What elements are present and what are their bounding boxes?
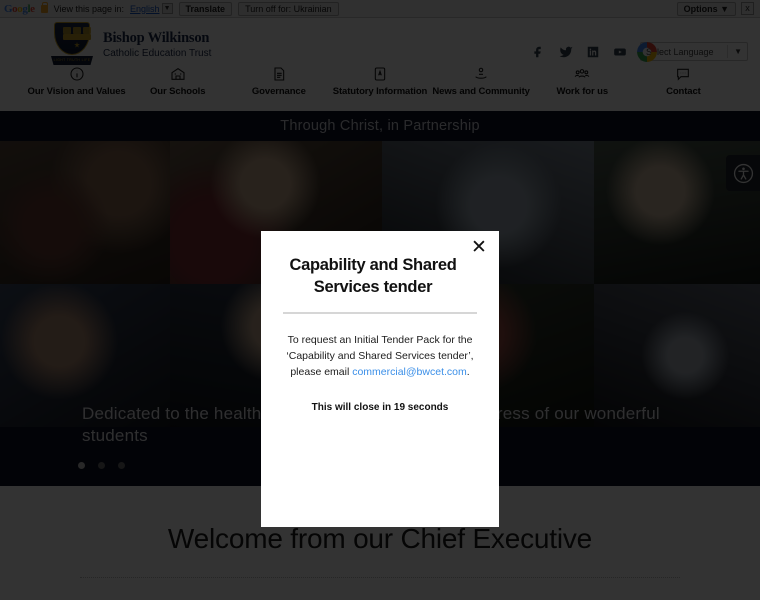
tender-modal: ✕ Capability and Shared Services tender … (261, 231, 499, 527)
modal-title: Capability and Shared Services tender (289, 256, 457, 296)
modal-divider (283, 312, 477, 314)
close-icon[interactable]: ✕ (470, 238, 488, 257)
modal-body-suffix: . (466, 366, 470, 378)
email-link[interactable]: commercial@bwcet.com (352, 366, 467, 378)
modal-body: To request an Initial Tender Pack for th… (281, 332, 479, 380)
modal-countdown: This will close in 19 seconds (311, 402, 449, 413)
